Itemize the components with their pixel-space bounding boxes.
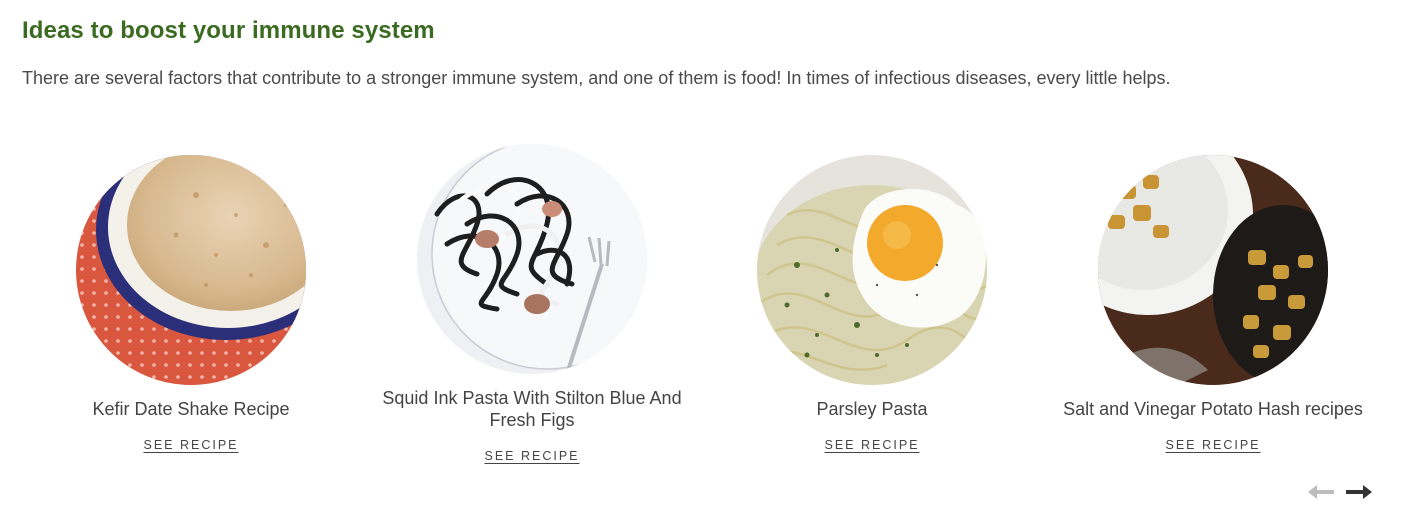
recipe-image-parsley-pasta[interactable] <box>757 155 987 385</box>
recipe-image-squid-ink-pasta[interactable] <box>417 144 647 374</box>
recipe-name[interactable]: Squid Ink Pasta With Stilton Blue And Fr… <box>372 387 692 431</box>
see-recipe-link[interactable]: SEE RECIPE <box>712 438 1032 452</box>
see-recipe-link[interactable]: SEE RECIPE <box>372 449 692 463</box>
see-recipe-link[interactable]: SEE RECIPE <box>1053 438 1373 452</box>
recipe-name[interactable]: Salt and Vinegar Potato Hash recipes <box>1053 398 1373 420</box>
recipe-image-kefir[interactable] <box>76 155 306 385</box>
section-title: Ideas to boost your immune system <box>22 17 435 44</box>
arrow-right-icon[interactable] <box>1344 483 1374 501</box>
section-description: There are several factors that contribut… <box>22 68 1171 88</box>
arrow-left-icon[interactable] <box>1306 483 1336 501</box>
recipe-name[interactable]: Kefir Date Shake Recipe <box>31 398 351 420</box>
carousel-controls <box>1306 483 1376 501</box>
recipe-image-potato-hash[interactable] <box>1098 155 1328 385</box>
recipe-name[interactable]: Parsley Pasta <box>712 398 1032 420</box>
see-recipe-link[interactable]: SEE RECIPE <box>31 438 351 452</box>
